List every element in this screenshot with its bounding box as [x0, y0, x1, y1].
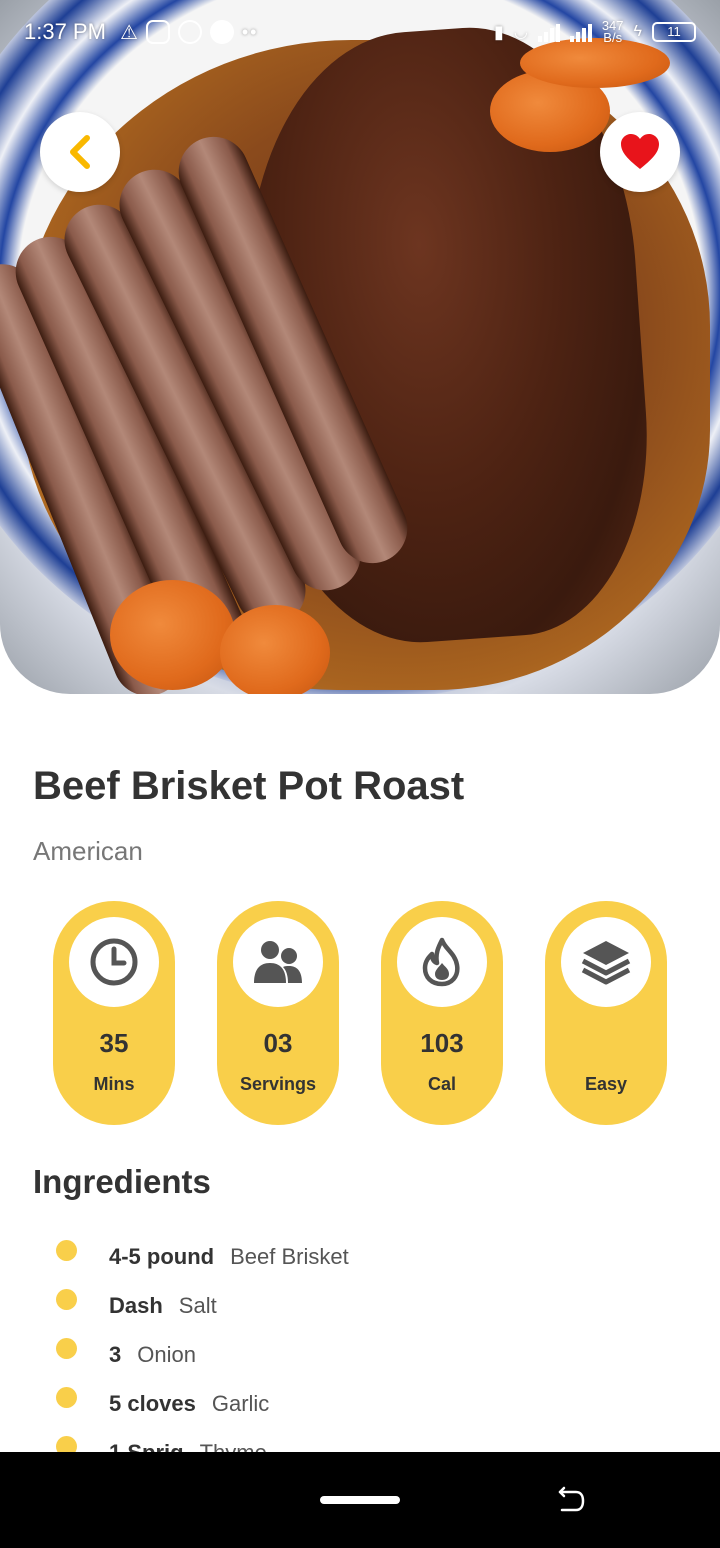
more-notifications-icon: ••: [241, 21, 259, 42]
ingredients-heading: Ingredients: [33, 1163, 211, 1200]
stat-icon-circle: [397, 917, 487, 1007]
ingredient-qty: 1 Sprig: [109, 1440, 184, 1452]
signal-icon-2: [569, 22, 592, 42]
ingredient-line: 4-5 pound Beef Brisket: [109, 1244, 349, 1270]
bullet-icon: [56, 1338, 77, 1359]
stat-icon-circle: [69, 917, 159, 1007]
status-bar: 1:37 PM ⚠ •• ▮ ◡ 347 B/s ϟ 11: [0, 0, 720, 64]
signal-icon: [537, 22, 560, 42]
ingredient-line: 5 cloves Garlic: [109, 1391, 269, 1417]
ingredient-name: Onion: [137, 1342, 196, 1367]
recipe-cuisine: American: [33, 836, 143, 866]
messenger-icon: [177, 20, 202, 44]
vibrate-icon: ▮: [493, 21, 504, 42]
clock-icon: [90, 938, 138, 986]
ingredient-line: 3 Onion: [109, 1342, 196, 1368]
list-item: 3 Onion: [0, 1334, 720, 1378]
stat-time: 35 Mins: [53, 901, 175, 1125]
recipe-hero-image: [0, 0, 720, 694]
ingredient-line: 1 Sprig Thyme: [109, 1440, 267, 1452]
ingredients-list: 4-5 pound Beef Brisket Dash Salt 3 Onion 5 …: [0, 1232, 720, 1452]
status-time: 1:37 PM: [24, 19, 106, 44]
ingredient-name: Garlic: [211, 1391, 270, 1416]
recipe-title: Beef Brisket Pot Roast: [33, 764, 465, 808]
charging-icon: ϟ: [633, 23, 642, 40]
ingredient-name: Beef Brisket: [230, 1244, 349, 1269]
notification-icons: ⚠ ••: [120, 20, 259, 45]
battery-icon: 11: [652, 22, 696, 42]
ingredient-name: Thyme: [200, 1440, 267, 1452]
stat-label: Servings: [239, 1074, 317, 1094]
system-navigation-bar: [0, 1452, 720, 1548]
stat-calories: 103 Cal: [381, 901, 503, 1125]
flame-icon: [422, 937, 460, 987]
warning-icon: ⚠: [119, 21, 138, 44]
ingredient-qty: 5 cloves: [109, 1391, 196, 1416]
favorite-button[interactable]: [600, 112, 680, 192]
carrot-graphic: [110, 580, 235, 690]
people-icon: [254, 941, 302, 983]
stat-label: Cal: [427, 1074, 456, 1094]
bullet-icon: [56, 1436, 77, 1452]
bullet-icon: [56, 1289, 77, 1310]
stat-value: 103: [420, 1028, 464, 1058]
heart-icon: [621, 134, 659, 169]
stat-servings: 03 Servings: [217, 901, 339, 1125]
ingredient-name: Salt: [178, 1293, 217, 1318]
stat-value: 03: [263, 1028, 293, 1058]
stat-label: Easy: [584, 1074, 628, 1094]
bullet-icon: [56, 1240, 77, 1261]
layers-icon: [581, 941, 631, 985]
bullet-icon: [56, 1387, 77, 1408]
ingredient-qty: 4-5 pound: [109, 1244, 215, 1269]
stat-value: 35: [99, 1028, 129, 1058]
list-item: 4-5 pound Beef Brisket: [0, 1236, 720, 1280]
battery-level: 11: [667, 24, 681, 39]
list-item: 5 cloves Garlic: [0, 1383, 720, 1427]
network-speed: 347 B/s: [602, 19, 624, 45]
back-gesture-icon[interactable]: [556, 1486, 586, 1516]
ingredient-qty: 3: [109, 1342, 122, 1367]
list-item: 1 Sprig Thyme: [0, 1432, 720, 1452]
carrot-graphic: [220, 605, 330, 694]
chevron-left-icon: [70, 135, 90, 169]
ingredient-qty: Dash: [109, 1293, 163, 1318]
chat-icon: [209, 20, 234, 44]
recipe-stats: 35 Mins 03 Servings 103 Cal Easy: [0, 901, 720, 1125]
stat-difficulty: Easy: [545, 901, 667, 1125]
wifi-icon: ◡: [513, 24, 528, 41]
system-icons: ▮ ◡ 347 B/s ϟ 11: [493, 19, 696, 45]
home-gesture-handle[interactable]: [320, 1496, 400, 1504]
stat-icon-circle: [561, 917, 651, 1007]
instagram-icon: [145, 20, 170, 44]
stat-icon-circle: [233, 917, 323, 1007]
list-item: Dash Salt: [0, 1285, 720, 1329]
stat-label: Mins: [93, 1074, 135, 1094]
back-button[interactable]: [40, 112, 120, 192]
network-speed-unit: B/s: [603, 30, 623, 45]
ingredient-line: Dash Salt: [109, 1293, 217, 1319]
